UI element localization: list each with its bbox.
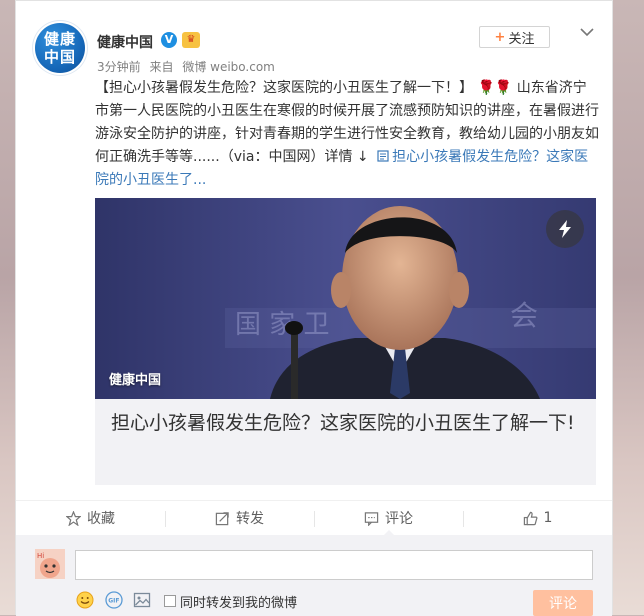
follow-label: 关注 <box>508 31 535 47</box>
comment-button[interactable]: 评论 <box>314 501 463 536</box>
svg-text:Hi: Hi <box>37 552 44 560</box>
user-avatar[interactable]: Hi <box>35 549 65 579</box>
from-label: 来自 <box>149 60 174 74</box>
post-source[interactable]: 微博 weibo.com <box>182 60 275 74</box>
post-text: 【担心小孩暑假发生危险？这家医院的小丑医生了解一下！】 🌹🌹 山东省济宁市第一人… <box>95 77 600 192</box>
comment-composer: Hi GIF 同时转发到我的微博 评论 <box>16 535 612 616</box>
comment-input[interactable] <box>75 550 593 580</box>
like-count: 1 <box>543 510 553 526</box>
author-avatar[interactable]: 健康 中国 <box>35 23 85 73</box>
weibo-post-card: 健康 中国 健康中国 V ♛ + 关注 3分钟前 来自 微博 weibo.com… <box>15 0 613 616</box>
post-text-title: 【担心小孩暑假发生危险？这家医院的小丑医生了解一下！】 <box>95 80 473 96</box>
article-title[interactable]: 担心小孩暑假发生危险？这家医院的小丑医生了解一下! <box>111 409 581 438</box>
rose-icon: 🌹🌹 <box>477 80 513 96</box>
chevron-down-icon[interactable] <box>579 25 595 39</box>
speaker-photo: 国 家 卫 会 <box>95 198 596 399</box>
emoji-icon[interactable] <box>76 591 94 609</box>
like-button[interactable]: 1 <box>463 501 612 535</box>
repost-button[interactable]: 转发 <box>165 501 314 535</box>
article-icon <box>377 150 389 162</box>
photo-watermark: 健康中国 <box>109 373 162 388</box>
article-photo[interactable]: 国 家 卫 会 健康中国 <box>95 198 596 399</box>
image-icon[interactable] <box>133 591 151 609</box>
plus-icon: + <box>494 29 506 45</box>
post-actions-bar: 收藏 转发 评论 1 <box>16 500 612 536</box>
post-time[interactable]: 3分钟前 <box>97 60 141 74</box>
avatar-text-bottom: 中国 <box>43 48 76 66</box>
post-meta: 3分钟前 来自 微博 weibo.com <box>97 58 280 75</box>
svg-text:GIF: GIF <box>108 598 119 605</box>
repost-label: 转发 <box>236 511 264 527</box>
verified-icon[interactable]: V <box>161 32 177 48</box>
favorite-button[interactable]: 收藏 <box>16 501 165 535</box>
comment-label: 评论 <box>385 511 413 527</box>
follow-button[interactable]: + 关注 <box>479 26 550 48</box>
repost-option-label[interactable]: 同时转发到我的微博 <box>180 592 297 611</box>
svg-text:国 家 卫: 国 家 卫 <box>235 310 330 340</box>
favorite-label: 收藏 <box>87 511 115 527</box>
article-card[interactable]: 国 家 卫 会 健康中国 担心小孩暑假发生危险？这家医院的小丑医生了解一下! <box>95 198 596 485</box>
gif-icon[interactable]: GIF <box>105 591 123 609</box>
repost-icon <box>215 511 229 525</box>
repost-checkbox[interactable] <box>164 595 176 607</box>
avatar-text-top: 健康 <box>43 30 76 48</box>
star-icon <box>66 510 81 526</box>
lightning-icon[interactable] <box>546 210 584 248</box>
thumbs-up-icon <box>523 511 538 525</box>
comment-icon <box>364 511 379 526</box>
svg-text:会: 会 <box>510 299 538 332</box>
vip-crown-icon[interactable]: ♛ <box>182 32 200 48</box>
submit-comment-button[interactable]: 评论 <box>533 590 593 616</box>
detail-arrow: ↓ <box>356 149 369 165</box>
author-name[interactable]: 健康中国 <box>97 32 153 52</box>
